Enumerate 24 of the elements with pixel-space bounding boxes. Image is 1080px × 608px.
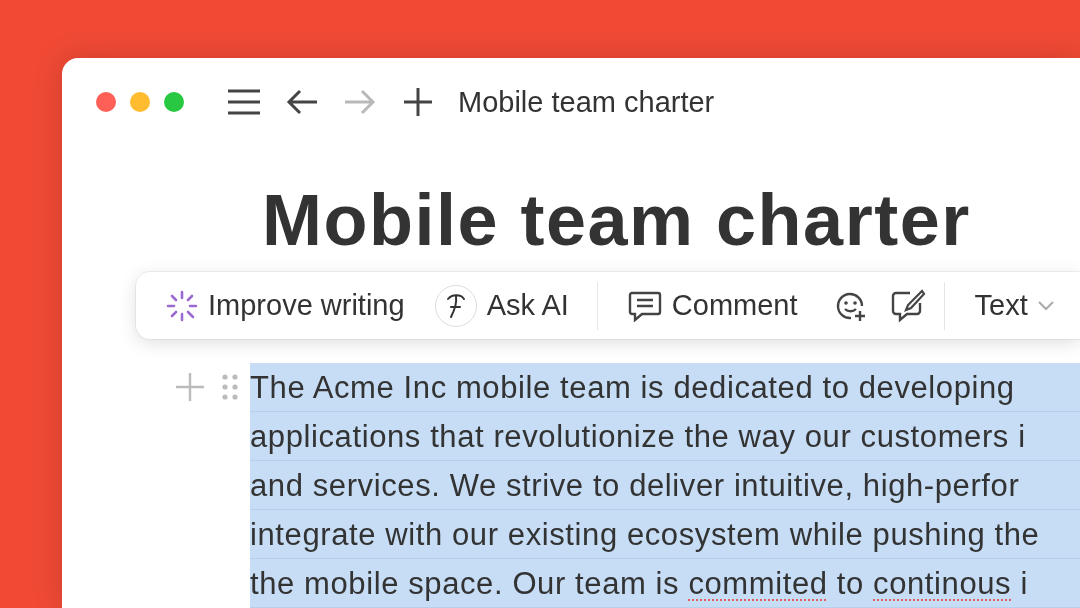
paragraph-line: The Acme Inc mobile team is dedicated to developing [250, 363, 1080, 412]
page-heading: Mobile team charter [262, 180, 972, 261]
paragraph-line: integrate with our existing ecosystem while pushing the [250, 510, 1080, 559]
improve-writing-button[interactable]: Improve writing [158, 289, 413, 322]
page-title: Mobile team charter [458, 85, 715, 119]
window-close-button[interactable] [96, 92, 116, 112]
window-minimize-button[interactable] [130, 92, 150, 112]
edit-bubble-icon [889, 288, 926, 323]
add-block-icon[interactable] [176, 373, 204, 401]
back-arrow-icon [286, 89, 318, 115]
comment-icon [627, 289, 662, 322]
paragraph-line: and services. We strive to deliver intuitive, high-perfor [250, 461, 1080, 510]
drag-handle-icon[interactable] [222, 373, 238, 401]
forward-arrow-icon [344, 89, 376, 115]
paragraph-line: applications that revolutionize the way our customers i [250, 412, 1080, 461]
window-zoom-button[interactable] [164, 92, 184, 112]
comment-button[interactable]: Comment [619, 289, 806, 322]
paragraph-line: the mobile space. Our team is commited to continous i [250, 559, 1080, 608]
text-type-dropdown[interactable]: Text [966, 289, 1062, 322]
ask-ai-button[interactable]: Ask AI [426, 284, 577, 327]
sparkle-icon [166, 289, 198, 322]
chevron-down-icon [1037, 300, 1054, 311]
plus-icon [404, 88, 432, 116]
menu-icon [227, 88, 261, 116]
